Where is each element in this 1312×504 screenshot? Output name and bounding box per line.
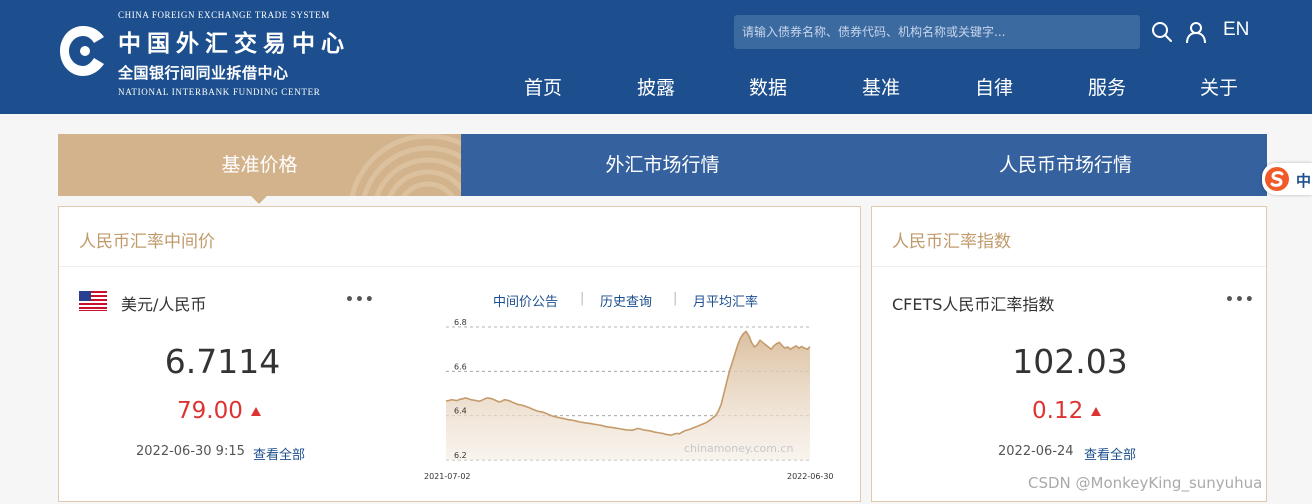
tab-benchmark-price-label: 基准价格 (221, 154, 298, 176)
card-left-title: 人民币汇率中间价 (79, 232, 215, 252)
logo-chinese-subtitle: 全国银行间同业拆借中心 (118, 64, 289, 82)
link-history-query[interactable]: 历史查询 (600, 291, 652, 310)
currency-pair-label: 美元/人民币 (121, 295, 207, 314)
up-arrow-icon (251, 407, 261, 416)
usd-cny-trend-chart: 6.8 6.6 6.4 6.2 chinamoney.com.cn 2021-07-0… (424, 318, 834, 481)
link-central-parity-announcement[interactable]: 中间价公告 (493, 291, 558, 310)
nav-home[interactable]: 首页 (524, 73, 562, 100)
nav-benchmark[interactable]: 基准 (862, 73, 900, 100)
y-tick-label: 6.6 (454, 362, 467, 371)
link-monthly-average[interactable]: 月平均汇率 (693, 291, 758, 310)
tab-fx-market[interactable]: 外汇市场行情 (461, 134, 864, 196)
tab-benchmark-price[interactable]: 基准价格 (58, 134, 461, 196)
index-date: 2022-06-24 (998, 444, 1074, 459)
chart-area-fill (446, 331, 810, 460)
view-all-link[interactable]: 查看全部 (253, 444, 305, 463)
nav-services[interactable]: 服务 (1088, 73, 1126, 100)
search-box (734, 15, 1140, 49)
nav-disclosure[interactable]: 披露 (637, 73, 675, 100)
card-right-divider (872, 266, 1266, 267)
x-tick-start: 2021-07-02 (424, 472, 471, 481)
logo-english-top: CHINA FOREIGN EXCHANGE TRADE SYSTEM (118, 10, 330, 20)
side-badge-text: 中 (1296, 172, 1312, 190)
sogou-s-icon (1265, 167, 1289, 191)
link-separator: | (673, 291, 678, 306)
search-icon[interactable] (1150, 20, 1174, 44)
tab-rmb-market[interactable]: 人民币市场行情 (864, 134, 1267, 196)
side-floating-badge[interactable]: 中 (1262, 163, 1312, 195)
nav-data[interactable]: 数据 (749, 73, 787, 100)
y-tick-label: 6.2 (454, 451, 467, 460)
nav-about[interactable]: 关于 (1200, 73, 1238, 100)
index-value: 102.03 (1012, 342, 1128, 381)
view-all-link[interactable]: 查看全部 (1084, 444, 1136, 463)
us-flag-icon (79, 291, 107, 311)
index-name-label: CFETS人民币汇率指数 (892, 295, 1055, 314)
x-tick-end: 2022-06-30 (787, 472, 834, 481)
search-input[interactable] (734, 15, 1140, 49)
tab-decoration-icon (349, 134, 461, 196)
y-tick-label: 6.8 (454, 318, 467, 327)
nav-self-regulation[interactable]: 自律 (975, 73, 1013, 100)
card-left-divider (59, 266, 860, 267)
central-parity-change: 79.00 (177, 398, 243, 424)
y-tick-label: 6.4 (454, 407, 467, 416)
central-parity-value: 6.7114 (164, 342, 281, 381)
cfets-logo-icon[interactable] (58, 22, 108, 80)
index-change: 0.12 (1032, 398, 1084, 424)
chart-watermark: chinamoney.com.cn (684, 442, 793, 455)
logo-chinese-calligraphy: 中国外汇交易中心 (118, 30, 350, 57)
user-icon[interactable] (1184, 20, 1208, 44)
csdn-watermark: CSDN @MonkeyKing_sunyuhua (1028, 474, 1263, 492)
active-tab-arrow (251, 196, 267, 204)
card-right-title: 人民币汇率指数 (892, 232, 1011, 252)
link-separator: | (580, 291, 585, 306)
more-options-icon[interactable]: ••• (1225, 292, 1255, 308)
more-options-icon[interactable]: ••• (345, 292, 375, 308)
logo-english-bottom: NATIONAL INTERBANK FUNDING CENTER (118, 87, 321, 97)
language-switch-en[interactable]: EN (1223, 19, 1249, 41)
up-arrow-icon (1091, 407, 1101, 416)
central-parity-datetime: 2022-06-30 9:15 (136, 444, 245, 459)
